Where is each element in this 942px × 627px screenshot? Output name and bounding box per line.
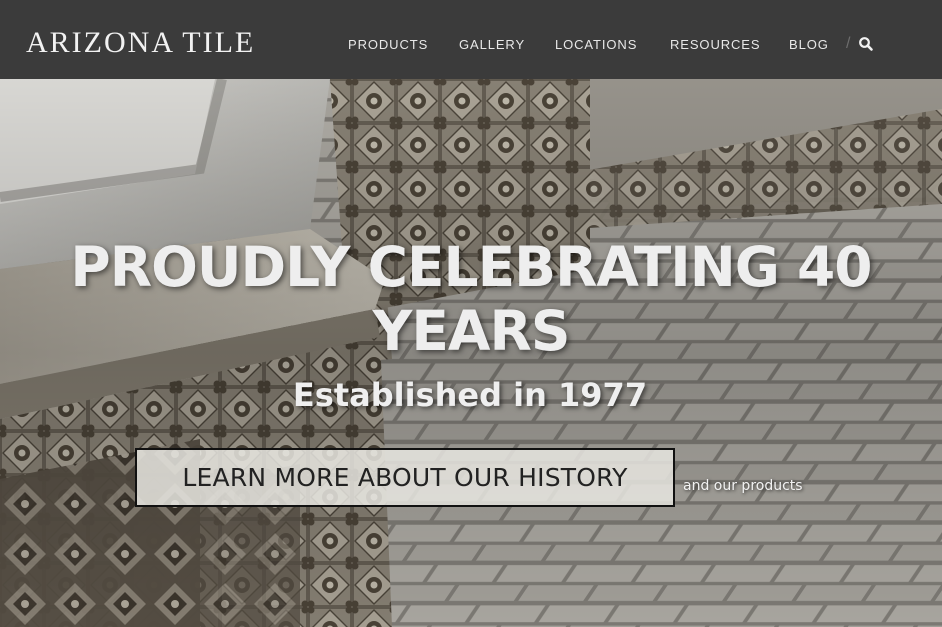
- site-logo[interactable]: ARIZONA TILE: [26, 27, 255, 59]
- nav-resources[interactable]: RESOURCES: [670, 36, 760, 54]
- search-icon: [859, 37, 873, 51]
- nav-divider: /: [846, 35, 851, 52]
- hero-subtitle: Established in 1977: [292, 376, 648, 414]
- search-button[interactable]: [858, 36, 874, 52]
- nav-locations[interactable]: LOCATIONS: [555, 36, 637, 54]
- cta-note: and our products: [683, 478, 803, 494]
- hero-title: PROUDLY CELEBRATING 40 YEARS: [70, 235, 872, 363]
- nav-gallery[interactable]: GALLERY: [459, 36, 525, 54]
- learn-history-button[interactable]: LEARN MORE ABOUT OUR HISTORY: [135, 448, 675, 507]
- nav-blog[interactable]: BLOG: [789, 36, 829, 54]
- nav-products[interactable]: PRODUCTS: [348, 36, 428, 54]
- site-header: ARIZONA TILE PRODUCTS GALLERY LOCATIONS …: [0, 0, 942, 79]
